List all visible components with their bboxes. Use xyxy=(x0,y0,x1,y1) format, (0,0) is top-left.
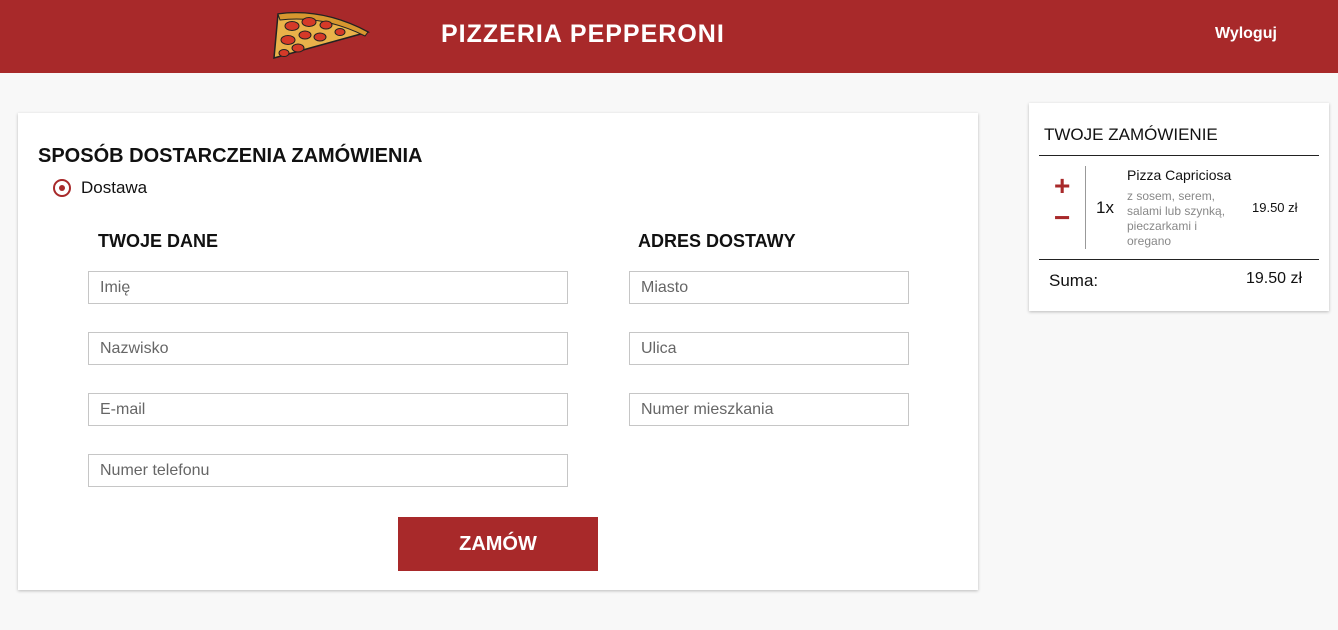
item-description: z sosem, serem, salami lub szynką, piecz… xyxy=(1127,189,1226,248)
sum-label: Suma: xyxy=(1049,271,1099,290)
logout-link[interactable]: Wyloguj xyxy=(1215,25,1277,43)
city-input[interactable] xyxy=(629,271,909,304)
brand-title: PIZZERIA PEPPERONI xyxy=(441,20,725,48)
top-bar: PIZZERIA PEPPERONI Wyloguj xyxy=(0,0,1338,73)
divider xyxy=(1039,259,1319,260)
form-title: SPOSÓB DOSTARCZENIA ZAMÓWIENIA xyxy=(38,145,423,167)
order-submit-button[interactable]: ZAMÓW xyxy=(398,517,598,571)
plus-icon[interactable]: + xyxy=(1054,172,1070,200)
delivery-radio-label[interactable]: Dostawa xyxy=(81,178,147,198)
email-input[interactable] xyxy=(88,393,568,426)
last-name-input[interactable] xyxy=(88,332,568,365)
order-summary-card: TWOJE ZAMÓWIENIE + − 1x Pizza Capriciosa… xyxy=(1029,103,1329,311)
phone-input[interactable] xyxy=(88,454,568,487)
first-name-input[interactable] xyxy=(88,271,568,304)
divider xyxy=(1085,166,1086,249)
item-quantity: 1x xyxy=(1096,198,1114,217)
apartment-input[interactable] xyxy=(629,393,909,426)
delivery-form-card: SPOSÓB DOSTARCZENIA ZAMÓWIENIA Dostawa T… xyxy=(18,113,978,590)
street-input[interactable] xyxy=(629,332,909,365)
personal-data-title: TWOJE DANE xyxy=(98,231,219,251)
order-title: TWOJE ZAMÓWIENIE xyxy=(1044,125,1218,144)
minus-icon[interactable]: − xyxy=(1054,204,1070,232)
item-name: Pizza Capriciosa xyxy=(1127,167,1232,183)
address-title: ADRES DOSTAWY xyxy=(638,231,796,251)
pizza-slice-icon[interactable] xyxy=(268,6,372,64)
divider xyxy=(1039,155,1319,156)
item-price: 19.50 zł xyxy=(1252,200,1298,215)
sum-value: 19.50 zł xyxy=(1246,270,1303,287)
delivery-radio[interactable] xyxy=(53,179,71,197)
